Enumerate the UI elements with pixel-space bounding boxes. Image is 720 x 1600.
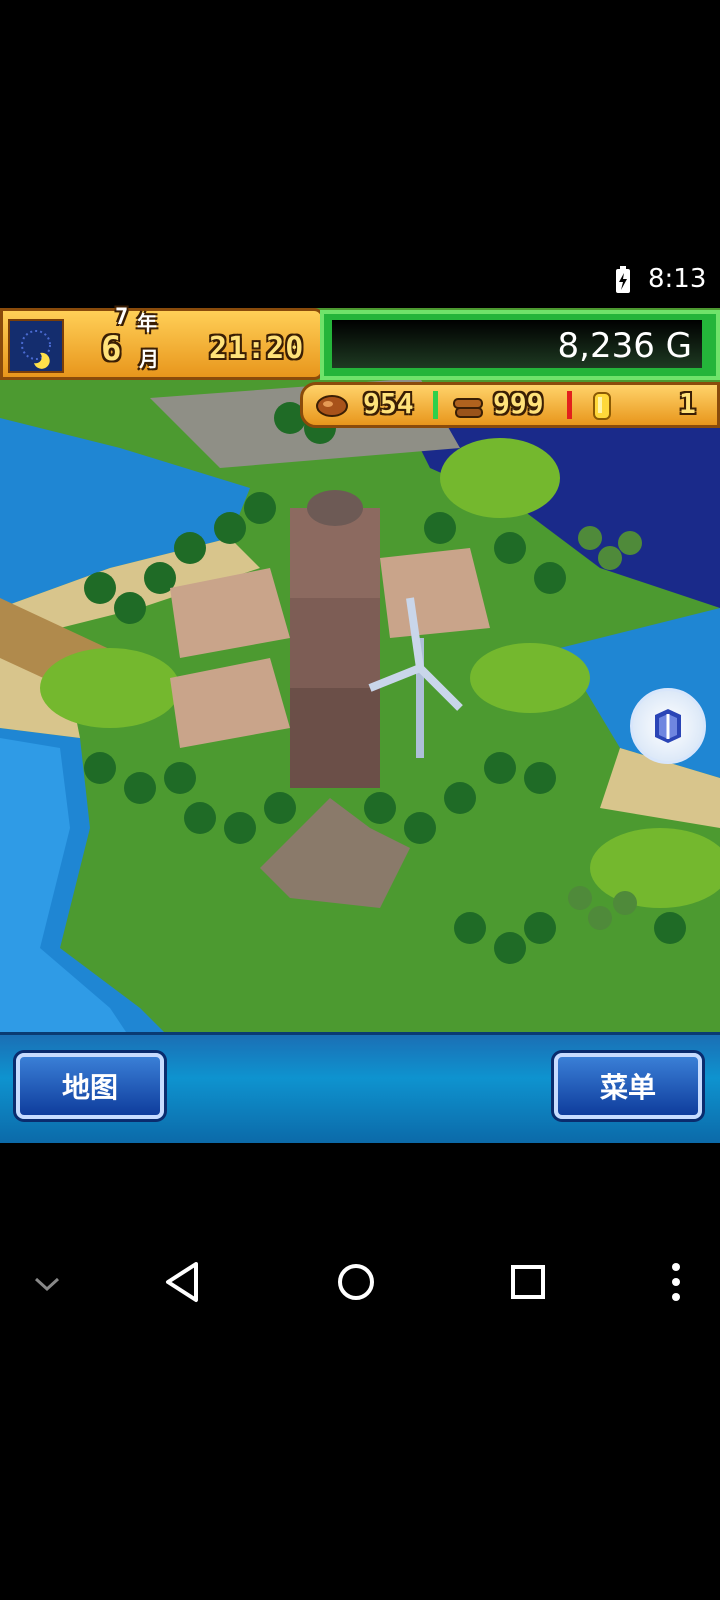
bottom-bar: 地图 菜单	[0, 1032, 720, 1143]
resource-panel: 954 999 1	[300, 382, 720, 428]
year-unit: 年	[137, 311, 157, 335]
game-time: 21:20	[209, 331, 305, 366]
year-number: 7	[115, 305, 129, 330]
rotate-view-button[interactable]	[630, 688, 706, 764]
status-bar: 8:13	[0, 262, 720, 298]
money-panel: 8,236 G	[320, 310, 720, 380]
recents-icon[interactable]	[510, 1264, 546, 1300]
coin-value: 1	[679, 387, 696, 420]
coin-icon	[593, 392, 611, 420]
month-unit: 月	[139, 347, 159, 371]
navigation-bar	[0, 1260, 720, 1320]
status-time: 8:13	[648, 264, 707, 294]
home-icon[interactable]	[336, 1262, 376, 1302]
food-bar	[433, 391, 438, 419]
wood-bar	[567, 391, 572, 419]
cube-icon	[655, 709, 681, 743]
night-moon-icon	[8, 319, 64, 373]
food-value: 954	[363, 387, 414, 420]
map-scene[interactable]	[0, 308, 720, 1140]
back-icon[interactable]	[162, 1260, 202, 1304]
food-icon	[316, 395, 348, 417]
menu-button[interactable]: 菜单	[554, 1053, 702, 1119]
battery-charging-icon	[616, 266, 630, 293]
map-button[interactable]: 地图	[16, 1053, 164, 1119]
chevron-down-icon[interactable]	[32, 1274, 62, 1294]
wood-icon	[453, 398, 483, 418]
game-map[interactable]	[0, 308, 720, 1140]
month-number: 6	[101, 329, 122, 369]
more-icon[interactable]	[670, 1262, 682, 1302]
money-value: 8,236 G	[557, 326, 693, 366]
date-time-panel: 7 年 6 月 21:20	[0, 305, 324, 380]
wood-value: 999	[493, 387, 544, 420]
